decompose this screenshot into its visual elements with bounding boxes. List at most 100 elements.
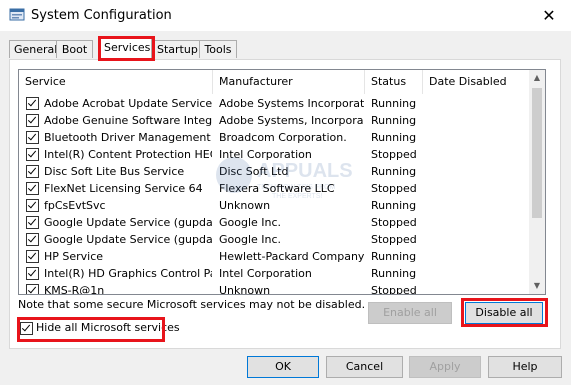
service-status: Stopped [371,233,417,246]
column-manufacturer[interactable]: Manufacturer [213,70,365,94]
service-status: Running [371,114,417,127]
tab-startup[interactable]: Startup [152,40,200,58]
disable-all-button[interactable]: Disable all [465,302,543,324]
service-checkbox[interactable] [26,131,39,144]
window-title: System Configuration [31,8,172,23]
tab-boot[interactable]: Boot [56,40,93,58]
service-date-disabled [429,265,529,282]
table-row[interactable]: Google Update Service (gupdatem) Google I… [19,231,530,248]
service-manufacturer: Unknown [219,199,271,212]
hide-ms-label: Hide all Microsoft services [36,321,180,334]
close-icon[interactable]: ✕ [527,0,571,31]
service-date-disabled [429,197,529,214]
column-header: Service Manufacturer Status Date Disable… [19,70,530,94]
service-status: Running [371,97,417,110]
service-name: Intel(R) Content Protection HEC... [44,148,212,161]
service-manufacturer: Unknown [219,284,271,295]
column-service[interactable]: Service [19,70,213,94]
service-manufacturer: Google Inc. [219,216,282,229]
service-date-disabled [429,95,529,112]
service-status: Stopped [371,284,417,295]
service-name: Google Update Service (gupdate) [44,216,212,229]
service-name: Intel(R) HD Graphics Control Pa... [44,267,212,280]
service-status: Running [371,267,417,280]
secure-services-note: Note that some secure Microsoft services… [18,298,366,311]
service-name: Adobe Acrobat Update Service [44,97,212,110]
service-date-disabled [429,248,529,265]
service-date-disabled [429,214,529,231]
service-name: Bluetooth Driver Management S... [44,131,212,144]
service-manufacturer: Disc Soft Ltd [219,165,289,178]
title-bar: System Configuration ✕ [0,0,571,31]
service-checkbox[interactable] [26,114,39,127]
service-date-disabled [429,146,529,163]
service-date-disabled [429,129,529,146]
service-name: Google Update Service (gupdatem) [44,233,212,246]
service-date-disabled [429,180,529,197]
table-row[interactable]: Intel(R) Content Protection HEC... Intel … [19,146,530,163]
help-button[interactable]: Help [488,356,562,378]
table-row[interactable]: KMS-R@1n Unknown Stopped [19,282,530,295]
hide-ms-checkbox-box[interactable] [20,322,33,335]
service-name: Adobe Genuine Software Integri... [44,114,212,127]
service-status: Running [371,250,417,263]
table-row[interactable]: Adobe Acrobat Update Service Adobe System… [19,95,530,112]
msconfig-icon [9,8,25,21]
service-manufacturer: Hewlett-Packard Company [219,250,364,263]
tab-general[interactable]: General [9,40,57,58]
vertical-scrollbar[interactable]: ▲ ▼ [529,70,545,294]
service-date-disabled [429,282,529,294]
service-checkbox[interactable] [26,165,39,178]
service-manufacturer: Google Inc. [219,233,282,246]
service-checkbox[interactable] [26,233,39,246]
column-status[interactable]: Status [365,70,423,94]
table-row[interactable]: FlexNet Licensing Service 64 Flexera Soft… [19,180,530,197]
service-status: Running [371,131,417,144]
table-row[interactable]: Intel(R) HD Graphics Control Pa... Intel … [19,265,530,282]
service-name: fpCsEvtSvc [44,199,106,212]
table-row[interactable]: Adobe Genuine Software Integri... Adobe S… [19,112,530,129]
service-rows: Adobe Acrobat Update Service Adobe System… [19,95,530,295]
scroll-up-icon[interactable]: ▲ [529,70,545,86]
service-status: Stopped [371,148,417,161]
service-manufacturer: Intel Corporation [219,148,312,161]
table-row[interactable]: HP Service Hewlett-Packard Company Running [19,248,530,265]
service-checkbox[interactable] [26,97,39,110]
service-date-disabled [429,112,529,129]
service-checkbox[interactable] [26,250,39,263]
service-name: KMS-R@1n [44,284,105,295]
enable-all-button[interactable]: Enable all [368,302,452,324]
service-name: FlexNet Licensing Service 64 [44,182,203,195]
service-checkbox[interactable] [26,284,39,294]
cancel-button[interactable]: Cancel [326,356,403,378]
services-list[interactable]: Service Manufacturer Status Date Disable… [18,69,546,295]
service-manufacturer: Broadcom Corporation. [219,131,347,144]
apply-button[interactable]: Apply [409,356,481,378]
service-checkbox[interactable] [26,267,39,280]
service-date-disabled [429,163,529,180]
scroll-down-icon[interactable]: ▼ [529,278,545,294]
table-row[interactable]: Disc Soft Lite Bus Service Disc Soft Ltd R… [19,163,530,180]
table-row[interactable]: Bluetooth Driver Management S... Broadcom… [19,129,530,146]
service-checkbox[interactable] [26,148,39,161]
service-manufacturer: Adobe Systems Incorporated [219,97,364,110]
service-checkbox[interactable] [26,216,39,229]
service-status: Stopped [371,216,417,229]
column-date-disabled[interactable]: Date Disabled [423,70,530,94]
service-manufacturer: Flexera Software LLC [219,182,335,195]
tab-strip: General Boot Services Startup Tools [0,37,571,60]
service-checkbox[interactable] [26,182,39,195]
service-status: Running [371,165,417,178]
service-status: Stopped [371,182,417,195]
service-manufacturer: Adobe Systems, Incorpora... [219,114,364,127]
service-name: HP Service [44,250,104,263]
service-date-disabled [429,231,529,248]
service-checkbox[interactable] [26,199,39,212]
service-manufacturer: Intel Corporation [219,267,312,280]
scroll-thumb[interactable] [532,88,542,218]
ok-button[interactable]: OK [247,356,319,378]
tab-services[interactable]: Services [99,37,152,60]
table-row[interactable]: Google Update Service (gupdate) Google In… [19,214,530,231]
table-row[interactable]: fpCsEvtSvc Unknown Running [19,197,530,214]
tab-tools[interactable]: Tools [199,40,237,58]
